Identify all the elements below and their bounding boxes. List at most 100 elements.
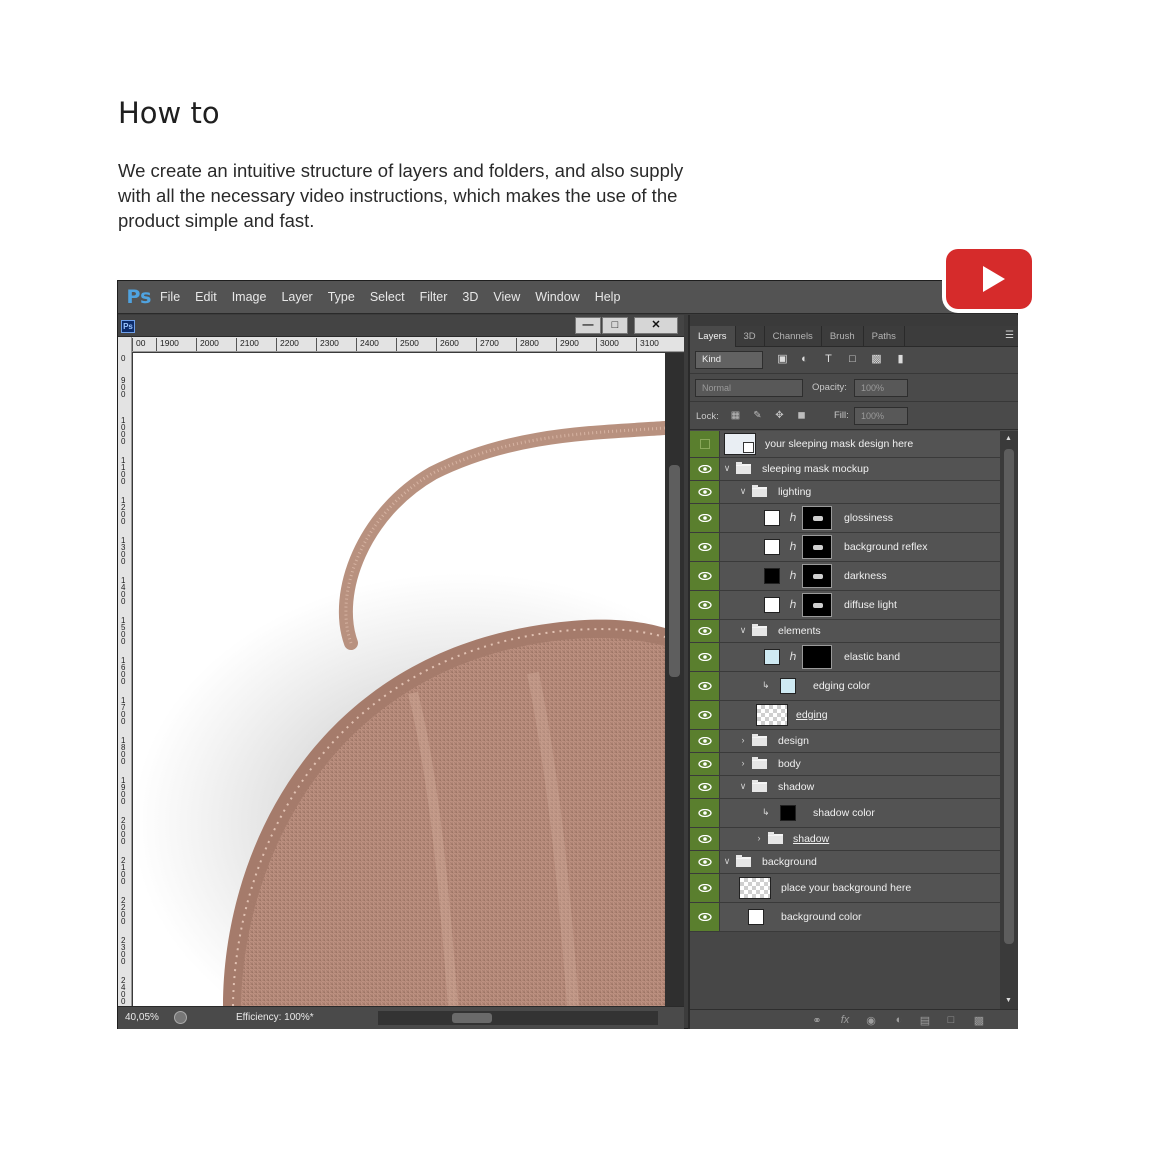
link-icon[interactable]: ℎ bbox=[788, 569, 798, 582]
menu-view[interactable]: View bbox=[493, 290, 520, 304]
link-icon[interactable]: ℎ bbox=[788, 598, 798, 611]
adjustment-filter-icon[interactable]: ◐ bbox=[798, 353, 811, 366]
menu-help[interactable]: Help bbox=[595, 290, 621, 304]
visibility-toggle[interactable] bbox=[690, 481, 720, 503]
scroll-thumb[interactable] bbox=[452, 1013, 492, 1023]
visibility-toggle[interactable] bbox=[690, 828, 720, 850]
layer-row[interactable]: ∨ lighting bbox=[690, 481, 1000, 504]
layer-mask-thumbnail[interactable] bbox=[802, 535, 832, 559]
chevron-right-icon[interactable]: › bbox=[754, 833, 764, 843]
menu-filter[interactable]: Filter bbox=[420, 290, 448, 304]
layer-mask-thumbnail[interactable] bbox=[802, 593, 832, 617]
menu-3d[interactable]: 3D bbox=[462, 290, 478, 304]
visibility-toggle[interactable] bbox=[690, 672, 720, 700]
canvas-vertical-scrollbar[interactable] bbox=[665, 353, 684, 1006]
chevron-down-icon[interactable]: ∨ bbox=[738, 486, 748, 497]
layer-row[interactable]: ℎ diffuse light bbox=[690, 591, 1000, 620]
visibility-toggle[interactable] bbox=[690, 701, 720, 729]
lock-image-icon[interactable]: ✎ bbox=[752, 410, 763, 421]
chevron-down-icon[interactable]: ∨ bbox=[738, 625, 748, 636]
layer-mask-thumbnail[interactable] bbox=[802, 506, 832, 530]
visibility-toggle[interactable] bbox=[690, 776, 720, 798]
type-filter-icon[interactable]: T bbox=[822, 353, 835, 366]
menu-image[interactable]: Image bbox=[232, 290, 267, 304]
layer-row[interactable]: › body bbox=[690, 753, 1000, 776]
document-canvas[interactable] bbox=[133, 353, 665, 1006]
layer-row[interactable]: background color bbox=[690, 903, 1000, 932]
layer-row[interactable]: ↳ edging color bbox=[690, 672, 1000, 701]
fill-input[interactable]: 100% bbox=[854, 407, 908, 425]
visibility-toggle[interactable] bbox=[690, 903, 720, 931]
menu-window[interactable]: Window bbox=[535, 290, 579, 304]
shape-filter-icon[interactable]: □ bbox=[846, 353, 859, 366]
link-icon[interactable]: ℎ bbox=[788, 540, 798, 553]
visibility-toggle[interactable] bbox=[690, 562, 720, 590]
menu-layer[interactable]: Layer bbox=[281, 290, 312, 304]
layer-row[interactable]: ∨ shadow bbox=[690, 776, 1000, 799]
layer-row[interactable]: ℎ elastic band bbox=[690, 643, 1000, 672]
close-button[interactable]: ✕ bbox=[634, 317, 678, 334]
chevron-down-icon[interactable]: ∨ bbox=[722, 856, 732, 867]
new-layer-icon[interactable]: □ bbox=[944, 1014, 958, 1026]
tab-channels[interactable]: Channels bbox=[765, 326, 822, 347]
layer-mask-thumbnail[interactable] bbox=[802, 564, 832, 588]
visibility-toggle[interactable] bbox=[690, 730, 720, 752]
layer-row[interactable]: place your background here bbox=[690, 874, 1000, 903]
scroll-up-icon[interactable]: ▲ bbox=[1005, 435, 1012, 442]
panel-collapse-bar[interactable] bbox=[690, 315, 1018, 326]
scroll-thumb[interactable] bbox=[1004, 449, 1014, 944]
layer-row[interactable]: ↳ shadow color bbox=[690, 799, 1000, 828]
visibility-toggle[interactable] bbox=[690, 753, 720, 775]
add-mask-icon[interactable]: ◉ bbox=[864, 1014, 878, 1027]
visibility-toggle[interactable] bbox=[690, 620, 720, 642]
zoom-level[interactable]: 40,05% bbox=[125, 1012, 159, 1023]
visibility-toggle[interactable] bbox=[690, 533, 720, 561]
layer-mask-thumbnail[interactable] bbox=[802, 645, 832, 669]
chevron-right-icon[interactable]: › bbox=[738, 758, 748, 768]
layer-row[interactable]: ℎ background reflex bbox=[690, 533, 1000, 562]
smart-object-filter-icon[interactable]: ▩ bbox=[870, 353, 883, 366]
layer-row[interactable]: ℎ darkness bbox=[690, 562, 1000, 591]
menu-file[interactable]: File bbox=[160, 290, 180, 304]
blend-mode-select[interactable]: Normal bbox=[695, 379, 803, 397]
canvas-horizontal-scrollbar[interactable] bbox=[378, 1011, 658, 1025]
chevron-down-icon[interactable]: ∨ bbox=[722, 463, 732, 474]
layer-row[interactable]: ∨ sleeping mask mockup bbox=[690, 458, 1000, 481]
menu-select[interactable]: Select bbox=[370, 290, 405, 304]
link-icon[interactable]: ℎ bbox=[788, 650, 798, 663]
link-icon[interactable]: ℎ bbox=[788, 511, 798, 524]
menu-type[interactable]: Type bbox=[328, 290, 355, 304]
filter-kind-select[interactable]: Kind bbox=[695, 351, 763, 369]
restore-button[interactable]: □ bbox=[602, 317, 628, 334]
tab-3d[interactable]: 3D bbox=[736, 326, 765, 347]
visibility-toggle[interactable] bbox=[690, 591, 720, 619]
visibility-toggle[interactable] bbox=[690, 431, 720, 457]
adjustment-layer-icon[interactable]: ◐ bbox=[892, 1014, 906, 1026]
visibility-toggle[interactable] bbox=[690, 504, 720, 532]
visibility-toggle[interactable] bbox=[690, 458, 720, 480]
visibility-toggle[interactable] bbox=[690, 851, 720, 873]
visibility-toggle[interactable] bbox=[690, 874, 720, 902]
lock-transparent-icon[interactable]: ▦ bbox=[730, 410, 741, 421]
delete-icon[interactable]: ▩ bbox=[972, 1014, 986, 1027]
layer-row[interactable]: ∨ elements bbox=[690, 620, 1000, 643]
link-layers-icon[interactable]: ⚭ bbox=[810, 1014, 824, 1027]
tab-paths[interactable]: Paths bbox=[864, 326, 905, 347]
lock-position-icon[interactable]: ✥ bbox=[774, 410, 785, 421]
layers-scrollbar[interactable]: ▲ ▼ bbox=[1000, 431, 1018, 1009]
visibility-toggle[interactable] bbox=[690, 643, 720, 671]
new-group-icon[interactable]: ▤ bbox=[918, 1014, 932, 1027]
layer-row[interactable]: ℎ glossiness bbox=[690, 504, 1000, 533]
video-play-button[interactable] bbox=[942, 245, 1036, 313]
filter-toggle-icon[interactable]: ▮ bbox=[894, 353, 907, 366]
lock-all-icon[interactable]: ◼ bbox=[796, 410, 807, 421]
scroll-down-icon[interactable]: ▼ bbox=[1005, 997, 1012, 1004]
layer-row[interactable]: › shadow bbox=[690, 828, 1000, 851]
layer-row[interactable]: ∨ background bbox=[690, 851, 1000, 874]
panel-menu-icon[interactable]: ☰ bbox=[1005, 330, 1014, 341]
visibility-toggle[interactable] bbox=[690, 799, 720, 827]
opacity-input[interactable]: 100% bbox=[854, 379, 908, 397]
scroll-thumb[interactable] bbox=[669, 465, 680, 677]
menu-edit[interactable]: Edit bbox=[195, 290, 217, 304]
status-info-icon[interactable] bbox=[174, 1011, 187, 1024]
